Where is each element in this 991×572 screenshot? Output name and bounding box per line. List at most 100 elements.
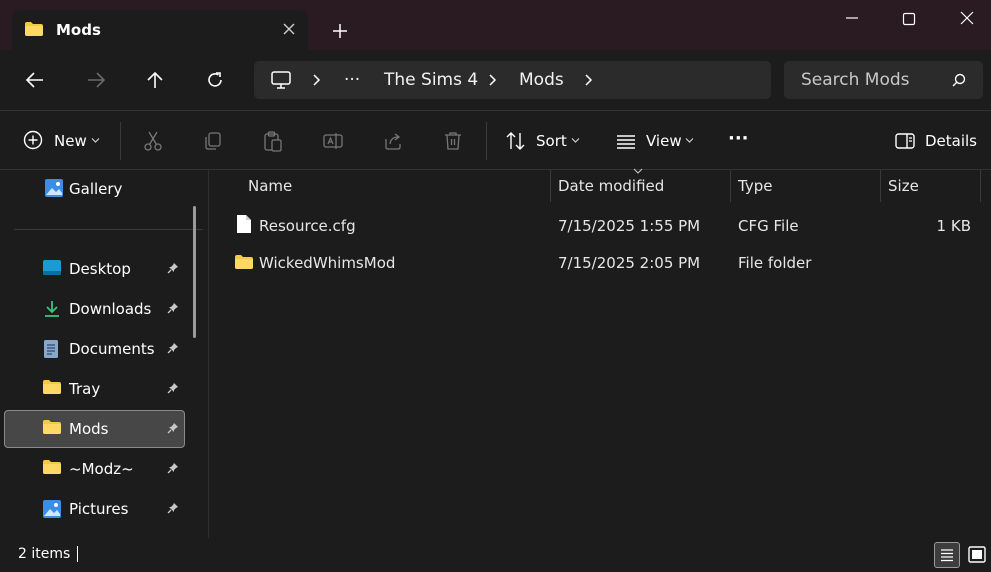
sidebar-scrollbar[interactable] bbox=[193, 206, 196, 338]
tiles-view-button[interactable] bbox=[965, 542, 989, 568]
file-size: 1 KB bbox=[936, 217, 971, 235]
close-window-button[interactable] bbox=[955, 10, 979, 30]
status-bar: 2 items bbox=[0, 538, 991, 572]
this-pc-icon bbox=[270, 70, 292, 90]
table-row[interactable]: WickedWhimsMod 7/15/2025 2:05 PM File fo… bbox=[228, 245, 984, 279]
folder-icon bbox=[24, 21, 44, 37]
tab-mods[interactable]: Mods bbox=[12, 10, 308, 50]
column-header-name[interactable]: Name bbox=[248, 177, 292, 195]
file-name: Resource.cfg bbox=[259, 217, 356, 235]
desktop-icon bbox=[42, 259, 62, 277]
forward-button[interactable] bbox=[85, 70, 107, 90]
pin-icon[interactable] bbox=[167, 302, 179, 314]
sidebar-item-documents[interactable]: Documents bbox=[4, 330, 185, 368]
chevron-right-icon[interactable] bbox=[312, 73, 322, 87]
new-icon[interactable] bbox=[23, 130, 43, 150]
sort-button[interactable]: Sort bbox=[536, 132, 567, 150]
search-box[interactable]: Search Mods bbox=[784, 61, 983, 99]
column-separator[interactable] bbox=[550, 170, 551, 202]
download-icon bbox=[42, 299, 62, 319]
folder-icon bbox=[42, 379, 62, 395]
details-button[interactable]: Details bbox=[925, 132, 977, 150]
breadcrumb-overflow[interactable]: ··· bbox=[344, 70, 360, 90]
pin-icon[interactable] bbox=[167, 422, 179, 434]
sidebar-item-label: Gallery bbox=[69, 180, 123, 198]
search-placeholder: Search Mods bbox=[801, 70, 910, 90]
minimize-button[interactable] bbox=[840, 10, 864, 30]
pin-icon[interactable] bbox=[167, 462, 179, 474]
sidebar-item-label: Documents bbox=[69, 340, 155, 358]
chevron-down-icon[interactable] bbox=[91, 137, 100, 144]
paste-icon[interactable] bbox=[262, 130, 284, 152]
rename-icon[interactable] bbox=[322, 130, 344, 152]
pin-icon[interactable] bbox=[167, 502, 179, 514]
sidebar-item-label: Mods bbox=[69, 420, 109, 438]
document-icon bbox=[42, 339, 60, 359]
column-header-type[interactable]: Type bbox=[738, 177, 772, 195]
chevron-down-icon[interactable] bbox=[571, 137, 580, 144]
see-more-button[interactable]: ··· bbox=[728, 128, 749, 149]
sidebar-item-mods[interactable]: Mods bbox=[4, 410, 185, 448]
breadcrumb-mods[interactable]: Mods bbox=[519, 70, 564, 90]
chevron-down-icon[interactable] bbox=[685, 137, 694, 144]
file-date: 7/15/2025 2:05 PM bbox=[558, 254, 701, 272]
column-separator[interactable] bbox=[880, 170, 881, 202]
chevron-right-icon[interactable] bbox=[488, 73, 498, 87]
view-button[interactable]: View bbox=[646, 132, 682, 150]
sidebar-separator bbox=[14, 229, 203, 230]
share-icon[interactable] bbox=[382, 130, 404, 152]
cut-icon[interactable] bbox=[142, 130, 164, 152]
sidebar-item-tray[interactable]: Tray bbox=[4, 370, 185, 408]
folder-icon bbox=[234, 254, 254, 270]
gallery-icon bbox=[44, 178, 64, 198]
pictures-icon bbox=[42, 499, 62, 519]
file-name: WickedWhimsMod bbox=[259, 254, 396, 272]
item-count: 2 items bbox=[18, 546, 71, 562]
breadcrumb-the-sims-4[interactable]: The Sims 4 bbox=[384, 70, 478, 90]
sidebar-item-downloads[interactable]: Downloads bbox=[4, 290, 185, 328]
search-icon[interactable] bbox=[951, 72, 967, 88]
navigation-pane: Gallery Desktop Downloads Documents Tray bbox=[0, 170, 208, 538]
file-type: CFG File bbox=[738, 217, 799, 235]
toolbar-separator bbox=[120, 122, 121, 160]
pin-icon[interactable] bbox=[167, 382, 179, 394]
file-icon bbox=[236, 214, 252, 234]
sort-indicator-icon bbox=[633, 168, 643, 174]
column-header-size[interactable]: Size bbox=[888, 177, 919, 195]
sidebar-item-label: ~Modz~ bbox=[69, 460, 134, 478]
folder-icon bbox=[42, 419, 62, 435]
column-header-date-modified[interactable]: Date modified bbox=[558, 177, 664, 195]
toolbar-separator bbox=[486, 122, 487, 160]
column-separator[interactable] bbox=[980, 170, 981, 202]
pane-divider[interactable] bbox=[208, 170, 209, 538]
chevron-right-icon[interactable] bbox=[584, 73, 594, 87]
refresh-button[interactable] bbox=[205, 70, 225, 90]
sidebar-item-gallery[interactable]: Gallery bbox=[4, 170, 185, 208]
file-date: 7/15/2025 1:55 PM bbox=[558, 217, 701, 235]
address-bar[interactable]: ··· The Sims 4 Mods bbox=[254, 61, 771, 99]
pin-icon[interactable] bbox=[167, 262, 179, 274]
sidebar-item-modz[interactable]: ~Modz~ bbox=[4, 450, 185, 488]
tab-title: Mods bbox=[56, 21, 101, 39]
sidebar-item-desktop[interactable]: Desktop bbox=[4, 250, 185, 288]
sidebar-item-pictures[interactable]: Pictures bbox=[4, 490, 185, 528]
maximize-button[interactable] bbox=[897, 10, 921, 30]
delete-icon[interactable] bbox=[442, 130, 464, 152]
sidebar-item-label: Tray bbox=[69, 380, 101, 398]
view-icon[interactable] bbox=[615, 130, 637, 152]
folder-icon bbox=[42, 459, 62, 475]
column-separator[interactable] bbox=[730, 170, 731, 202]
up-button[interactable] bbox=[145, 70, 165, 90]
details-view-button[interactable] bbox=[934, 542, 960, 568]
details-pane-icon[interactable] bbox=[894, 130, 916, 152]
copy-icon[interactable] bbox=[202, 130, 224, 152]
pin-icon[interactable] bbox=[167, 342, 179, 354]
close-tab-icon[interactable] bbox=[282, 22, 296, 36]
file-type: File folder bbox=[738, 254, 812, 272]
sort-icon[interactable] bbox=[505, 130, 527, 152]
back-button[interactable] bbox=[24, 70, 46, 90]
new-button[interactable]: New bbox=[54, 132, 87, 150]
sidebar-item-label: Desktop bbox=[69, 260, 131, 278]
table-row[interactable]: Resource.cfg 7/15/2025 1:55 PM CFG File … bbox=[228, 208, 984, 242]
new-tab-button[interactable] bbox=[330, 21, 350, 41]
